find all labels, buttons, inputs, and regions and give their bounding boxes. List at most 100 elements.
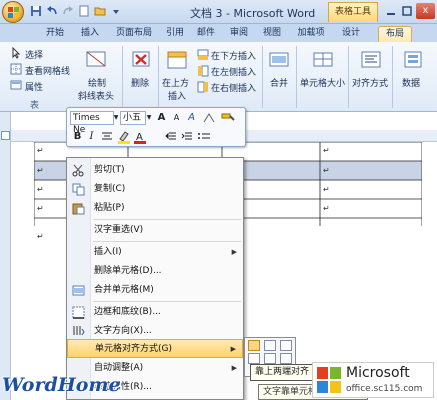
menu-separator	[93, 219, 241, 220]
cell-end-mark: ↵	[37, 146, 44, 155]
borders-icon	[72, 306, 85, 319]
grow-font-button[interactable]: A	[155, 111, 168, 125]
insert-above-icon	[167, 51, 187, 69]
align-top-left-button[interactable]	[248, 340, 260, 351]
tab-page-layout[interactable]: 页面布局	[110, 26, 158, 42]
insert-right-button[interactable]: 在右侧插入	[211, 81, 256, 94]
undo-icon[interactable]	[46, 5, 58, 17]
increase-indent-icon[interactable]	[181, 132, 193, 142]
insert-below-button[interactable]: 在下方插入	[211, 49, 256, 62]
insert-above-button[interactable]: 插入	[168, 89, 186, 102]
ribbon-layout-panel: 选择 查看网格线 属性 表 绘制 斜线表头 删除 在上方 插入 在下方插入 在左…	[0, 42, 437, 112]
font-size-field[interactable]: 小五	[120, 111, 146, 125]
minimize-icon[interactable]	[384, 4, 398, 18]
menu-item-label: 汉字重选(V)	[94, 225, 144, 235]
merge-button[interactable]: 合并	[270, 76, 288, 89]
tab-layout[interactable]: 布局	[378, 26, 412, 42]
draw-diagonal-line1: 绘制	[88, 79, 107, 89]
close-button[interactable]: x	[416, 3, 435, 19]
office-button[interactable]	[2, 1, 24, 23]
restore-icon[interactable]	[400, 4, 414, 18]
font-size-dropdown-icon[interactable]: ▼	[145, 111, 153, 125]
tab-insert[interactable]: 插入	[75, 26, 105, 42]
menu-separator	[93, 241, 241, 242]
data-button[interactable]: 数据	[402, 76, 420, 89]
merge-icon	[269, 52, 289, 67]
microsoft-text: Microsoft	[346, 365, 410, 381]
decrease-indent-icon[interactable]	[165, 132, 177, 142]
menu-item-cut[interactable]: 剪切(T)	[67, 161, 243, 180]
view-gridlines-button[interactable]: 查看网格线	[25, 64, 70, 77]
style-icon[interactable]	[203, 112, 216, 124]
open-folder-icon[interactable]	[94, 5, 106, 17]
copy-icon	[72, 183, 85, 196]
align-top-right-button[interactable]	[280, 340, 292, 351]
menu-item-merge-cells[interactable]: 合并单元格(M)	[67, 281, 243, 300]
bold-button[interactable]: B	[71, 130, 84, 144]
redo-icon[interactable]	[62, 5, 74, 17]
font-color-icon[interactable]: A	[133, 130, 147, 144]
draw-diagonal-button[interactable]: 斜线表头	[78, 89, 114, 102]
tab-mailings[interactable]: 邮件	[193, 26, 219, 42]
menu-item-paste[interactable]: 粘贴(P)	[67, 199, 243, 218]
insert-below-icon	[197, 49, 209, 60]
shrink-font-button[interactable]: A	[170, 111, 183, 125]
table-tools-context-label: 表格工具	[328, 2, 378, 22]
tab-view[interactable]: 视图	[259, 26, 285, 42]
insert-left-button[interactable]: 在左侧插入	[211, 65, 256, 78]
menu-item-copy[interactable]: 复制(C)	[67, 180, 243, 199]
alignment-icon	[361, 51, 381, 68]
align-top-center-button[interactable]	[264, 340, 276, 351]
align-middle-left-button[interactable]	[248, 353, 260, 364]
menu-item-borders[interactable]: 边框和底纹(B)...	[67, 303, 243, 322]
menu-item-insert[interactable]: 插入(I) ▶	[67, 243, 243, 262]
ribbon-separator	[392, 46, 393, 108]
office-logo-icon	[8, 7, 19, 18]
font-name-dropdown-icon[interactable]: ▼	[112, 111, 120, 125]
alignment-button[interactable]: 对齐方式	[352, 76, 388, 89]
brush-icon[interactable]	[221, 112, 235, 124]
highlight-icon[interactable]	[117, 130, 131, 144]
microsoft-office-logo: Microsoft office.sc115.com	[312, 362, 434, 398]
paragraph-mark: ↵	[37, 232, 44, 241]
menu-item-cell-alignment[interactable]: 单元格对齐方式(G) ▶	[67, 339, 243, 358]
customize-qat-icon[interactable]	[110, 5, 122, 17]
ribbon-separator	[296, 46, 297, 108]
menu-item-label: 删除单元格(D)...	[94, 266, 162, 276]
tab-references[interactable]: 引用	[162, 26, 188, 42]
italic-button[interactable]: I	[85, 130, 98, 144]
save-icon[interactable]	[30, 5, 42, 17]
tab-selector-button[interactable]	[1, 131, 10, 140]
new-doc-icon[interactable]	[78, 5, 90, 17]
align-middle-center-button[interactable]	[264, 353, 276, 364]
center-align-icon[interactable]	[101, 132, 113, 142]
delete-button[interactable]: 删除	[131, 76, 149, 89]
font-name-field[interactable]: Times Ne	[70, 111, 114, 135]
menu-item-label: 边框和底纹(B)...	[94, 307, 161, 317]
tab-review[interactable]: 审阅	[226, 26, 252, 42]
gridlines-icon	[10, 63, 22, 75]
submenu-arrow-icon: ▶	[231, 248, 237, 256]
menu-separator	[93, 301, 241, 302]
properties-button[interactable]: 属性	[25, 80, 43, 93]
vertical-ruler	[0, 112, 11, 400]
menu-item-label: 合并单元格(M)	[94, 285, 154, 295]
tab-design[interactable]: 设计	[338, 26, 364, 42]
tab-home[interactable]: 开始	[40, 26, 70, 42]
data-icon	[404, 51, 422, 68]
menu-item-delete-cells[interactable]: 删除单元格(D)...	[67, 262, 243, 281]
ribbon-separator	[262, 46, 263, 108]
select-button[interactable]: 选择	[25, 48, 43, 61]
paste-icon	[72, 203, 85, 215]
tab-addins[interactable]: 加载项	[293, 26, 329, 42]
menu-item-reconvert[interactable]: 汉字重选(V)	[67, 221, 243, 240]
cell-end-mark: ↵	[323, 166, 330, 175]
ribbon-tabs: 开始 插入 页面布局 引用 邮件 审阅 视图 加载项 设计 布局	[0, 24, 437, 42]
align-middle-right-button[interactable]	[280, 353, 292, 364]
format-painter-style-button[interactable]: A	[185, 111, 198, 125]
properties-icon	[10, 80, 22, 90]
cell-size-button[interactable]: 单元格大小	[300, 76, 345, 89]
bullets-icon[interactable]	[197, 132, 211, 142]
ribbon-separator	[348, 46, 349, 108]
ribbon-separator	[158, 46, 159, 108]
